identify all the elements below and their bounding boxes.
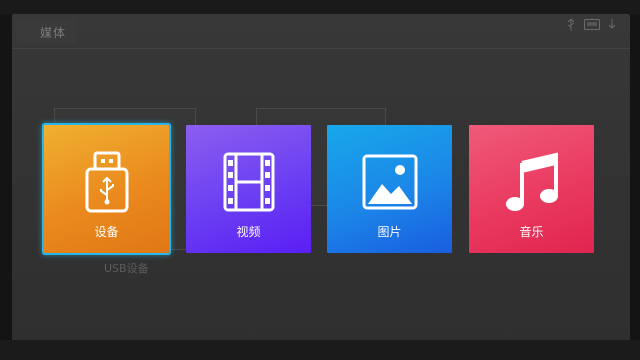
download-status-icon xyxy=(608,18,616,34)
bottom-frame xyxy=(0,340,640,360)
tile-music-label: 音乐 xyxy=(519,225,544,239)
title-divider xyxy=(12,48,630,49)
tile-device[interactable]: 设备 xyxy=(44,125,169,253)
tile-device-label: 设备 xyxy=(94,225,119,239)
film-strip-icon xyxy=(214,147,284,217)
tile-video[interactable]: 视频 xyxy=(186,125,311,253)
page-title: 媒体 xyxy=(40,26,67,40)
ghost-caption: USB设备 xyxy=(104,262,149,275)
tile-video-label: 视频 xyxy=(236,225,261,239)
status-icons xyxy=(566,17,620,34)
image-icon xyxy=(355,147,425,217)
tile-photo[interactable]: 图片 xyxy=(327,125,452,253)
tile-music[interactable]: 音乐 xyxy=(469,125,594,253)
music-note-icon xyxy=(497,147,567,217)
usb-drive-icon xyxy=(72,147,142,217)
usb-status-icon xyxy=(566,17,576,34)
top-frame xyxy=(0,0,640,14)
tile-photo-label: 图片 xyxy=(377,225,402,239)
card-status-icon xyxy=(584,19,600,33)
